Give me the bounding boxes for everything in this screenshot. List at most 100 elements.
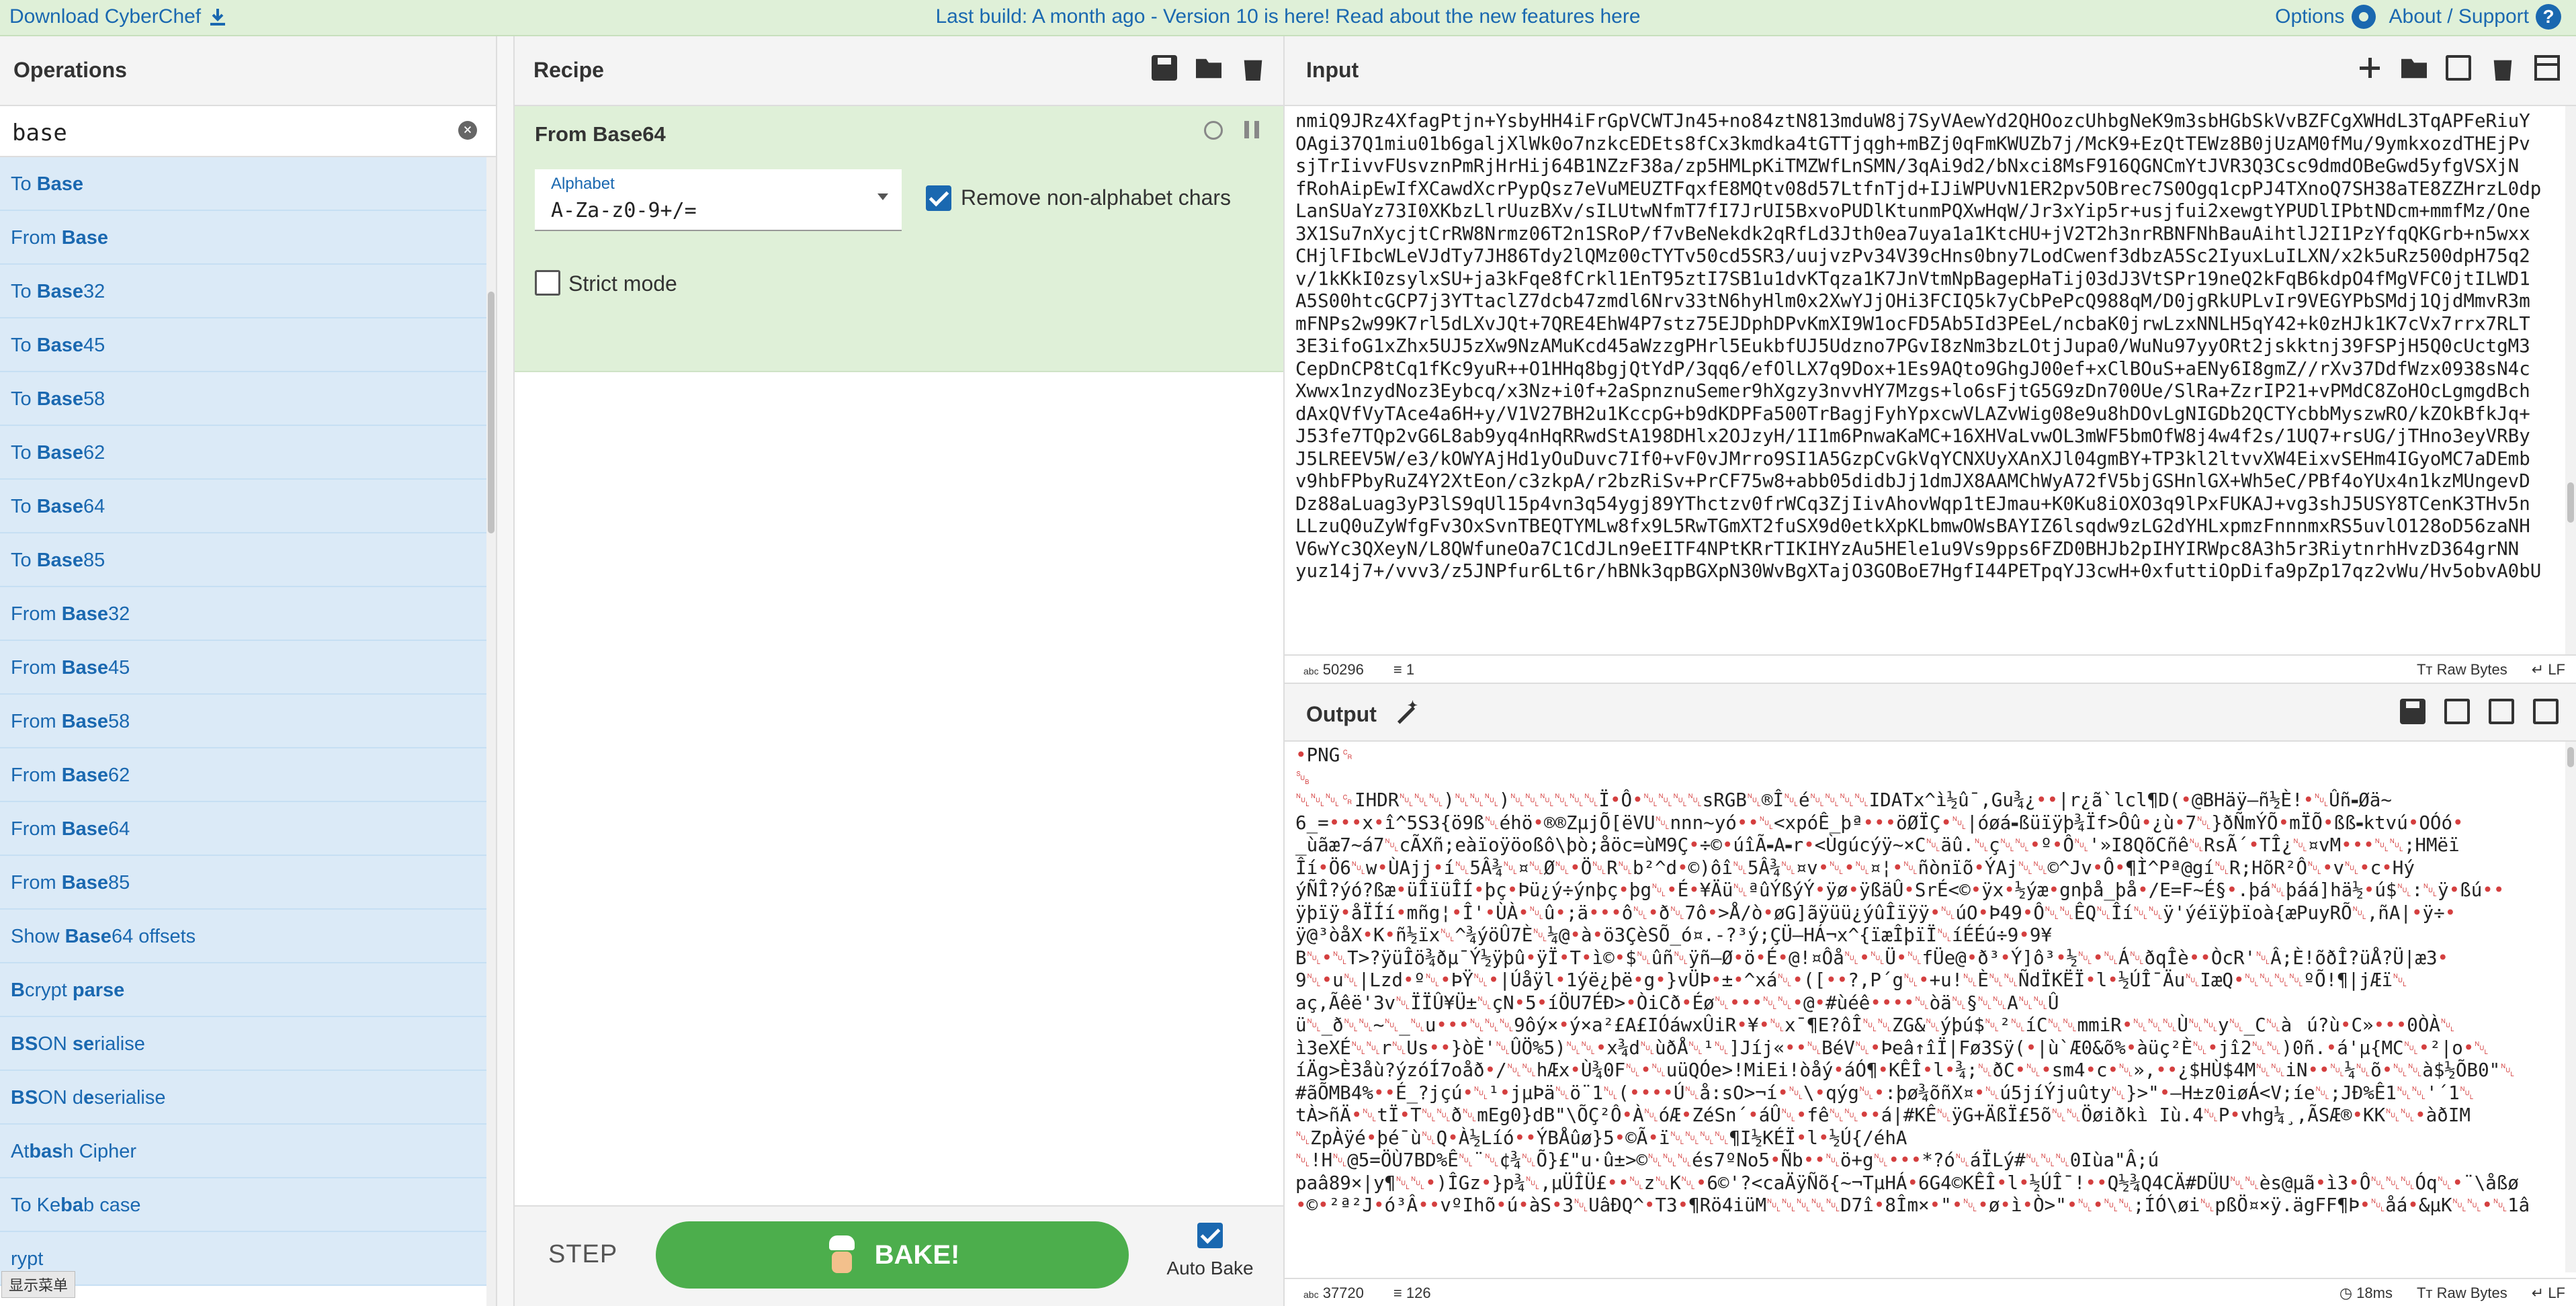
panel-resize-handle[interactable] (497, 36, 515, 1306)
operation-text: 45 (108, 657, 130, 679)
output-eol[interactable]: ↵ LF (2532, 1285, 2565, 1302)
output-encoding[interactable]: Tт Raw Bytes (2417, 1285, 2507, 1302)
strict-mode-checkbox[interactable] (535, 270, 560, 296)
output-scrollbar[interactable] (2565, 742, 2576, 1272)
operation-item[interactable]: From Base45 (0, 641, 486, 695)
help-icon: ? (2536, 4, 2561, 30)
announcement-link[interactable]: Last build: A month ago - Version 10 is … (0, 5, 2576, 28)
add-tab-icon[interactable] (2357, 55, 2382, 81)
operation-item[interactable]: From Base85 (0, 856, 486, 910)
chef-icon (825, 1235, 859, 1274)
input-textarea[interactable]: nmiQ9JRz4XfagPtjn+YsbyHH4iFrGpVCWTJn45+n… (1295, 110, 2565, 674)
operation-text: Show (11, 926, 65, 947)
recipe-operation-card: From Base64 Alphabet A-Za-z0-9+/= Remove… (515, 106, 1283, 372)
strict-mode-label: Strict mode (568, 271, 677, 296)
operation-text: 85 (83, 550, 105, 571)
output-line: ÿþïÿ•åÏÍí•mñg¦•Î'•ÙÀ•␀û•;ä•••ô␀•ð␀7ô•>Å/… (1295, 902, 2456, 924)
maximize-output-icon[interactable] (2533, 699, 2559, 724)
input-scrollbar[interactable] (2565, 106, 2576, 679)
save-output-icon[interactable] (2400, 699, 2425, 724)
operation-item[interactable]: Bcrypt parse (0, 963, 486, 1017)
operation-item[interactable]: From Base (0, 211, 486, 265)
operation-item[interactable]: To Base62 (0, 426, 486, 480)
step-button[interactable]: STEP (548, 1240, 617, 1269)
auto-bake-toggle[interactable]: Auto Bake (1166, 1223, 1254, 1279)
input-line: Dz88aLuag3yP3lS9qUl15p4vn3q54ygj89YThctz… (1295, 492, 2530, 515)
input-scroll-thumb[interactable] (2567, 482, 2574, 523)
operation-match-text: Base (65, 926, 112, 947)
about-button[interactable]: About / Support ? (2389, 4, 2561, 30)
input-line: CepDnCP8tCq1fKc9yuR++O1HHq8bgjQtYdP/3qq6… (1295, 357, 2530, 380)
operation-text: 64 offsets (111, 926, 196, 947)
disable-operation-icon[interactable] (1204, 121, 1223, 140)
operation-text: To (11, 550, 37, 571)
operation-match-text: Base (36, 388, 84, 410)
operation-item[interactable]: To Base32 (0, 265, 486, 318)
output-line-count: ≡ 126 (1393, 1285, 1431, 1301)
operation-item[interactable]: From Base58 (0, 695, 486, 748)
input-line: LLzuQ0uZyWfgFv3OxSvnTBEQTYMLw8fx9L5RwTGm… (1295, 515, 2530, 537)
output-line: ␚ (1295, 767, 1310, 789)
output-scroll-thumb[interactable] (2567, 747, 2574, 767)
show-menu-badge[interactable]: 显示菜单 (1, 1271, 76, 1298)
output-line: tÀ>ñÄ•␀tÏ•T␀␀ð␀mEg0}dB"\ÕÇ²Ô•À␀óÆ•ZéSn´•… (1295, 1104, 2471, 1126)
load-recipe-icon[interactable] (1196, 58, 1221, 79)
auto-bake-checkbox[interactable] (1197, 1223, 1223, 1248)
operation-text: At (11, 1141, 30, 1162)
copy-output-icon[interactable] (2444, 699, 2470, 724)
operation-match-text: parse (72, 980, 125, 1001)
download-link[interactable]: Download CyberChef (9, 5, 228, 28)
operation-item[interactable]: To Base (0, 157, 486, 211)
operation-text: 85 (108, 872, 130, 894)
output-line: ␀!H␀@5=ÖÙ7BD%Ê␀¨␀¢¾␀Õ}£"u·û±>©␀␀␀és7ºNo5… (1295, 1149, 2159, 1171)
breakpoint-icon[interactable] (1244, 121, 1259, 138)
open-file-icon[interactable] (2446, 55, 2471, 81)
operation-text: To (11, 335, 37, 356)
input-status-bar: abc 50296 ≡ 1 Tт Raw Bytes ↵ LF (1285, 654, 2576, 683)
clear-input-icon[interactable] (2493, 60, 2512, 81)
operation-text: From (11, 711, 62, 732)
output-line: ì3eXÉ␀␀r␀Us••}òÈ'␀ÛÖ%5)␀␀•x¾d␀ùðÅ␀¹␀]Jíj… (1295, 1037, 2489, 1059)
input-line: V6wYc3QXeyN/L8QWfuneOa7C1CdJLn9eEITF4NPt… (1295, 537, 2520, 560)
operations-scrollbar[interactable] (486, 157, 496, 1306)
operation-item[interactable]: Atbash Cipher (0, 1125, 486, 1178)
operation-item[interactable]: From Base32 (0, 587, 486, 641)
open-folder-icon[interactable] (2401, 58, 2427, 79)
input-encoding[interactable]: Tт Raw Bytes (2417, 661, 2507, 679)
top-banner: Download CyberChef Last build: A month a… (0, 0, 2576, 36)
operation-text: 58 (83, 388, 105, 410)
clear-search-icon[interactable]: × (458, 121, 477, 140)
operation-item[interactable]: To Base85 (0, 533, 486, 587)
operations-list: To Base From Base To Base32 To Base45 To Bas… (0, 157, 486, 1306)
bake-button[interactable]: BAKE! (656, 1221, 1129, 1289)
magic-wand-icon[interactable] (1393, 699, 1418, 727)
operation-item[interactable]: BSON serialise (0, 1017, 486, 1071)
operation-text: From (11, 603, 62, 625)
output-textarea[interactable]: •PNG␍ ␚ ␀␀␀␍IHDR␀␀␀)␀␀␀)␀␀␀␀␀␀Ï•Ô•␀␀␀␀sRGB… (1295, 744, 2559, 1268)
operation-item[interactable]: To Base58 (0, 372, 486, 426)
scroll-thumb[interactable] (488, 292, 495, 533)
operations-panel: Operations base × To Base From Base To Bas… (0, 36, 497, 1306)
operation-match-text: Base (36, 281, 84, 302)
input-line: CHjlFIbcWLeVJdTy7JH86Tdy2lQMz00cTYTv50cd… (1295, 245, 2530, 267)
clear-recipe-icon[interactable] (1244, 60, 1262, 81)
operation-item[interactable]: BSON deserialise (0, 1071, 486, 1125)
save-recipe-icon[interactable] (1152, 55, 1177, 81)
operation-item[interactable]: To Base64 (0, 480, 486, 533)
operation-item[interactable]: From Base64 (0, 802, 486, 856)
options-button[interactable]: Options (2275, 5, 2376, 29)
reset-layout-icon[interactable] (2534, 55, 2560, 81)
output-line: ÿ@³òåX•K•ñ½ïx␀^¾ýöÛ7È␀¼@•à•ö3ÇèSÕ_ó¤.-?³… (1295, 924, 2052, 946)
operations-search-input[interactable]: base × (0, 106, 496, 157)
input-eol[interactable]: ↵ LF (2532, 661, 2565, 679)
operation-item[interactable]: From Base62 (0, 748, 486, 802)
alphabet-select[interactable]: Alphabet A-Za-z0-9+/= (535, 169, 902, 231)
search-value: base (12, 120, 67, 146)
remove-non-alphabet-checkbox[interactable] (926, 185, 951, 211)
operation-text: To Ke (11, 1194, 61, 1216)
operation-item[interactable]: To Kebab case (0, 1178, 486, 1232)
operation-item[interactable]: To Base45 (0, 318, 486, 372)
operation-match-text: B (11, 980, 25, 1001)
operation-item[interactable]: Show Base64 offsets (0, 910, 486, 963)
replace-input-icon[interactable] (2489, 699, 2514, 724)
